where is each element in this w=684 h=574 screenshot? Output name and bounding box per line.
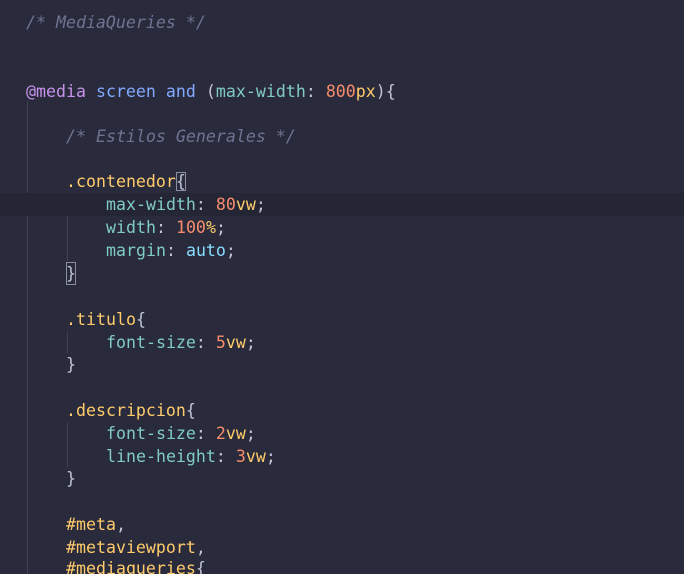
open-brace: { — [175, 172, 186, 191]
selector-line-meta: #meta, — [66, 513, 126, 536]
media-and: and — [165, 82, 196, 101]
property-line-height: line-height — [106, 447, 216, 466]
value-keyword: auto — [185, 241, 226, 260]
property-font-size: font-size — [106, 333, 196, 352]
close-brace: } — [66, 469, 76, 488]
media-rule: @media screen and (max-width: 800px){ — [26, 80, 396, 103]
colon: : — [215, 447, 226, 466]
property-width: width — [106, 218, 156, 237]
colon: : — [195, 195, 206, 214]
declaration-font-size: font-size: 5vw; — [106, 331, 256, 354]
selector-mediaqueries: #mediaqueries — [66, 559, 196, 574]
code-line-titulo-close[interactable]: } — [0, 353, 684, 376]
value-num: 5 — [215, 333, 226, 352]
code-line-titulo-font-size[interactable]: font-size: 5vw; — [0, 331, 684, 354]
close-brace: } — [66, 262, 76, 285]
property-font-size: font-size — [106, 424, 196, 443]
semicolon: ; — [225, 241, 236, 260]
code-line-titulo-open[interactable]: .titulo{ — [0, 308, 684, 331]
code-line-media[interactable]: @media screen and (max-width: 800px){ — [0, 80, 684, 103]
colon: : — [155, 218, 166, 237]
value-unit: vw — [225, 333, 246, 352]
media-value-unit: px — [355, 82, 376, 101]
property-margin: margin — [106, 241, 166, 260]
value-num: 100 — [175, 218, 206, 237]
selector-titulo: .titulo — [66, 310, 136, 329]
code-line-id-meta[interactable]: #meta, — [0, 513, 684, 536]
colon: : — [165, 241, 176, 260]
value-num: 80 — [215, 195, 236, 214]
selector-line-mediaqueries: #mediaqueries{ — [66, 557, 206, 574]
comment-text: /* MediaQueries */ — [26, 13, 206, 32]
selector-meta: #meta — [66, 515, 116, 534]
rule-titulo: .titulo{ — [66, 308, 146, 331]
selector-descripcion: .descripcion — [66, 401, 186, 420]
code-line-width[interactable]: width: 100%; — [0, 216, 684, 239]
code-line-id-mediaqueries[interactable]: #mediaqueries{ — [0, 557, 684, 574]
code-line-descripcion-open[interactable]: .descripcion{ — [0, 399, 684, 422]
open-brace: { — [185, 401, 196, 420]
declaration-margin: margin: auto; — [106, 239, 236, 262]
value-unit: % — [205, 218, 216, 237]
semicolon: ; — [255, 195, 266, 214]
selector-contenedor: .contenedor — [66, 172, 176, 191]
declaration-max-width: max-width: 80vw; — [106, 193, 266, 216]
code-line-comment-estilos[interactable]: /* Estilos Generales */ — [0, 125, 684, 148]
selector-metaviewport: #metaviewport — [66, 538, 196, 557]
semicolon: ; — [265, 447, 276, 466]
value-unit: vw — [225, 424, 246, 443]
declaration-font-size: font-size: 2vw; — [106, 422, 256, 445]
code-line-margin[interactable]: margin: auto; — [0, 239, 684, 262]
property-max-width: max-width — [106, 195, 196, 214]
rule-contenedor: .contenedor{ — [66, 170, 186, 193]
semicolon: ; — [215, 218, 226, 237]
semicolon: ; — [245, 424, 256, 443]
open-brace: { — [135, 310, 146, 329]
selector-line-metaviewport: #metaviewport, — [66, 536, 206, 559]
code-line-contenedor-open[interactable]: .contenedor{ — [0, 170, 684, 193]
open-brace: { — [195, 559, 206, 574]
close-brace: } — [66, 355, 76, 374]
declaration-line-height: line-height: 3vw; — [106, 445, 276, 468]
value-unit: vw — [235, 195, 256, 214]
code-line-contenedor-close[interactable]: } — [0, 262, 684, 285]
media-open-paren: ( — [205, 82, 216, 101]
value-unit: vw — [245, 447, 266, 466]
semicolon: ; — [245, 333, 256, 352]
media-at-keyword: @media — [26, 82, 86, 101]
comment-text: /* Estilos Generales */ — [66, 127, 296, 146]
code-editor[interactable]: /* MediaQueries */ @media screen and (ma… — [0, 0, 684, 574]
media-type: screen — [95, 82, 156, 101]
comma: , — [195, 538, 206, 557]
media-feature: max-width — [215, 82, 306, 101]
colon: : — [195, 424, 206, 443]
value-num: 2 — [215, 424, 226, 443]
code-line-descripcion-line-height[interactable]: line-height: 3vw; — [0, 445, 684, 468]
code-line-max-width[interactable]: max-width: 80vw; — [0, 193, 684, 216]
colon: : — [195, 333, 206, 352]
code-line-id-metaviewport[interactable]: #metaviewport, — [0, 536, 684, 559]
comma: , — [115, 515, 126, 534]
media-value-num: 800 — [325, 82, 356, 101]
code-line-comment-mediaqueries[interactable]: /* MediaQueries */ — [0, 11, 684, 34]
media-colon: : — [305, 82, 316, 101]
media-close: ){ — [375, 82, 396, 101]
rule-descripcion: .descripcion{ — [66, 399, 196, 422]
declaration-width: width: 100%; — [106, 216, 226, 239]
code-line-descripcion-close[interactable]: } — [0, 467, 684, 490]
code-line-descripcion-font-size[interactable]: font-size: 2vw; — [0, 422, 684, 445]
value-num: 3 — [235, 447, 246, 466]
